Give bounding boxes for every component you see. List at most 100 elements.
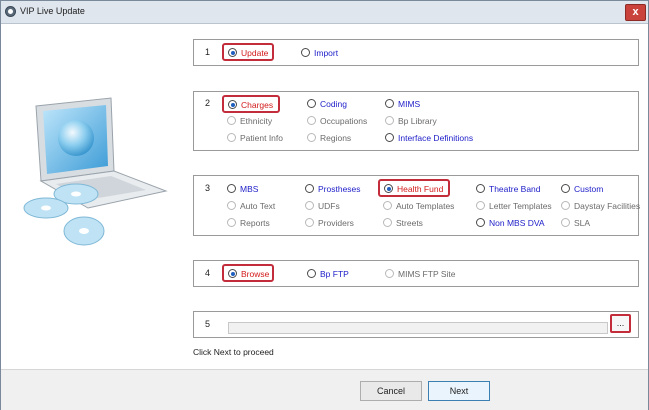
radio-auto-templates-circle [383, 201, 392, 210]
cancel-button[interactable]: Cancel [360, 381, 422, 401]
radio-mims-circle [385, 99, 394, 108]
radio-charges[interactable]: Charges [222, 95, 280, 113]
radio-theatre-band[interactable]: Theatre Band [476, 183, 548, 195]
radio-providers-label: Providers [318, 218, 354, 228]
radio-prostheses-circle [305, 184, 314, 193]
close-button[interactable]: x [625, 4, 646, 21]
radio-update-circle [228, 48, 237, 57]
radio-streets-circle [383, 218, 392, 227]
radio-non-mbs-dva-circle [476, 218, 485, 227]
radio-mbs[interactable]: MBS [227, 183, 277, 195]
radio-daystay-facilities-circle [561, 201, 570, 210]
radio-bp-ftp-circle [307, 269, 316, 278]
step-1-number: 1 [205, 47, 211, 57]
radio-regions-circle [307, 133, 316, 142]
radio-non-mbs-dva-label: Non MBS DVA [489, 218, 545, 228]
step-5-group: 5 ... [193, 311, 639, 338]
radio-custom[interactable]: Custom [561, 183, 616, 195]
radio-daystay-facilities[interactable]: Daystay Facilities [561, 200, 641, 212]
radio-reports-label: Reports [240, 218, 270, 228]
radio-health-fund[interactable]: Health Fund [378, 179, 450, 197]
radio-interface-definitions[interactable]: Interface Definitions [385, 132, 495, 144]
radio-patient-info-circle [227, 133, 236, 142]
radio-mims[interactable]: MIMS [385, 98, 445, 110]
radio-letter-templates-circle [476, 201, 485, 210]
radio-interface-definitions-label: Interface Definitions [398, 133, 474, 143]
radio-occupations-circle [307, 116, 316, 125]
instruction-text: Click Next to proceed [193, 347, 274, 357]
radio-occupations-label: Occupations [320, 116, 368, 126]
step-4-group: 4 Browse Bp FTP MIMS FTP Site [193, 260, 639, 287]
radio-mims-label: MIMS [398, 99, 421, 109]
radio-occupations[interactable]: Occupations [307, 115, 382, 127]
close-icon: x [632, 6, 639, 18]
radio-browse-circle [228, 269, 237, 278]
step-4-number: 4 [205, 268, 211, 278]
radio-reports[interactable]: Reports [227, 217, 287, 229]
radio-bp-ftp-label: Bp FTP [320, 269, 349, 279]
radio-sla[interactable]: SLA [561, 217, 606, 229]
radio-patient-info-label: Patient Info [240, 133, 284, 143]
radio-prostheses[interactable]: Prostheses [305, 183, 370, 195]
radio-mims-ftp-site[interactable]: MIMS FTP Site [385, 268, 465, 280]
radio-ethnicity-circle [227, 116, 236, 125]
step-3-group: 3 MBS Prostheses Health Fund Theatre Ban… [193, 175, 641, 236]
radio-streets-label: Streets [396, 218, 423, 228]
radio-browse-label: Browse [241, 269, 270, 279]
vip-live-update-window: VIP Live Update x 1 Update Import 2 Char… [0, 0, 649, 410]
radio-auto-text[interactable]: Auto Text [227, 200, 292, 212]
radio-prostheses-label: Prostheses [318, 184, 361, 194]
next-button[interactable]: Next [428, 381, 490, 401]
radio-auto-templates-label: Auto Templates [396, 201, 455, 211]
radio-providers[interactable]: Providers [305, 217, 370, 229]
window-title: VIP Live Update [20, 6, 85, 16]
radio-ethnicity[interactable]: Ethnicity [227, 115, 297, 127]
radio-custom-label: Custom [574, 184, 604, 194]
radio-theatre-band-circle [476, 184, 485, 193]
radio-import[interactable]: Import [301, 47, 351, 59]
radio-udfs-label: UDFs [318, 201, 340, 211]
step-3-number: 3 [205, 183, 211, 193]
radio-charges-label: Charges [241, 100, 274, 110]
radio-non-mbs-dva[interactable]: Non MBS DVA [476, 217, 551, 229]
radio-bp-library-circle [385, 116, 394, 125]
radio-auto-templates[interactable]: Auto Templates [383, 200, 465, 212]
radio-providers-circle [305, 218, 314, 227]
step-5-number: 5 [205, 319, 211, 329]
file-path-field[interactable] [228, 322, 608, 334]
radio-mims-ftp-site-circle [385, 269, 394, 278]
radio-import-label: Import [314, 48, 339, 58]
radio-import-circle [301, 48, 310, 57]
radio-bp-library-label: Bp Library [398, 116, 437, 126]
radio-browse[interactable]: Browse [222, 264, 274, 282]
radio-patient-info[interactable]: Patient Info [227, 132, 302, 144]
radio-mims-ftp-site-label: MIMS FTP Site [398, 269, 456, 279]
radio-coding-circle [307, 99, 316, 108]
radio-regions-label: Regions [320, 133, 352, 143]
radio-daystay-facilities-label: Daystay Facilities [574, 201, 641, 211]
radio-ethnicity-label: Ethnicity [240, 116, 273, 126]
radio-udfs-circle [305, 201, 314, 210]
step-1-group: 1 Update Import [193, 39, 639, 66]
radio-udfs[interactable]: UDFs [305, 200, 355, 212]
radio-regions[interactable]: Regions [307, 132, 367, 144]
radio-letter-templates[interactable]: Letter Templates [476, 200, 561, 212]
radio-reports-circle [227, 218, 236, 227]
radio-auto-text-circle [227, 201, 236, 210]
radio-bp-library[interactable]: Bp Library [385, 115, 460, 127]
radio-custom-circle [561, 184, 570, 193]
radio-theatre-band-label: Theatre Band [489, 184, 541, 194]
footer-bar: Cancel Next [1, 369, 648, 410]
radio-health-fund-circle [384, 184, 393, 193]
radio-streets[interactable]: Streets [383, 217, 443, 229]
radio-mbs-circle [227, 184, 236, 193]
radio-interface-definitions-circle [385, 133, 394, 142]
radio-charges-circle [228, 100, 237, 109]
radio-coding[interactable]: Coding [307, 98, 367, 110]
radio-sla-label: SLA [574, 218, 591, 228]
step-2-number: 2 [205, 98, 211, 108]
radio-auto-text-label: Auto Text [240, 201, 276, 211]
radio-update[interactable]: Update [222, 43, 274, 61]
radio-bp-ftp[interactable]: Bp FTP [307, 268, 362, 280]
browse-file-button[interactable]: ... [610, 314, 631, 333]
